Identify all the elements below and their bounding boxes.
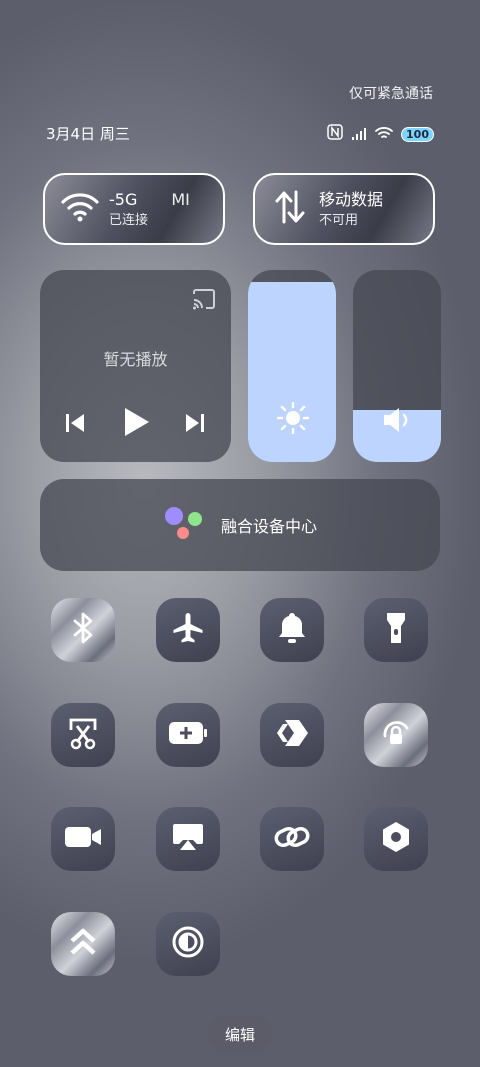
- wifi-network-suffix: MI: [171, 189, 190, 209]
- bluetooth-icon: [71, 612, 95, 648]
- screenshot-icon: [67, 716, 99, 754]
- bluetooth-tile[interactable]: [51, 598, 115, 662]
- battery-saver-icon: [168, 721, 208, 749]
- mobile-data-label: 移动数据: [319, 189, 384, 209]
- nfc-icon: [327, 124, 343, 144]
- shortcut-icon: [68, 927, 98, 961]
- status-bar: 100: [327, 124, 434, 144]
- screenshot-tile[interactable]: [51, 703, 115, 767]
- flow-icon: [275, 718, 309, 752]
- fusion-label: 融合设备中心: [220, 517, 317, 536]
- rotation-lock-tile[interactable]: [364, 703, 428, 767]
- sun-icon: [276, 401, 310, 438]
- wifi-network-name: -5G: [109, 189, 138, 209]
- edit-button[interactable]: 编辑: [207, 1016, 273, 1052]
- wifi-toggle[interactable]: -5G MI 已连接: [43, 173, 225, 245]
- settings-tile[interactable]: [364, 807, 428, 871]
- shortcut-tile[interactable]: [51, 912, 115, 976]
- play-icon[interactable]: [122, 406, 150, 442]
- airplane-tile[interactable]: [156, 598, 220, 662]
- dark-mode-icon: [171, 925, 205, 963]
- fusion-dots-icon: [163, 505, 207, 545]
- cast-icon[interactable]: [191, 288, 217, 314]
- data-transfer-icon: [275, 190, 305, 228]
- rotation-lock-icon: [379, 716, 413, 754]
- link-tile[interactable]: [260, 807, 324, 871]
- wifi-icon: [61, 192, 99, 226]
- volume-slider[interactable]: [353, 270, 441, 462]
- fusion-device-center[interactable]: 融合设备中心: [40, 479, 440, 571]
- wifi-status: 已连接: [109, 212, 149, 228]
- mobile-data-toggle[interactable]: 移动数据 不可用: [253, 173, 435, 245]
- video-icon: [64, 825, 102, 853]
- dark-mode-tile[interactable]: [156, 912, 220, 976]
- emergency-call-label: 仅可紧急通话: [349, 86, 433, 102]
- link-icon: [274, 822, 310, 856]
- previous-icon[interactable]: [64, 412, 86, 438]
- media-player: 暂无播放: [40, 270, 231, 462]
- screen-cast-tile[interactable]: [156, 807, 220, 871]
- speaker-icon: [382, 406, 412, 438]
- ringer-tile[interactable]: [260, 598, 324, 662]
- battery-saver-tile[interactable]: [156, 703, 220, 767]
- signal-icon: [351, 125, 367, 144]
- airplane-icon: [171, 611, 205, 649]
- screen-cast-icon: [171, 822, 205, 856]
- video-tile[interactable]: [51, 807, 115, 871]
- bell-icon: [277, 611, 307, 649]
- brightness-slider[interactable]: [248, 270, 336, 462]
- mobile-data-status: 不可用: [319, 212, 359, 228]
- next-icon[interactable]: [184, 412, 206, 438]
- wifi-status-icon: [375, 125, 393, 144]
- flashlight-tile[interactable]: [364, 598, 428, 662]
- battery-indicator: 100: [401, 126, 434, 142]
- flashlight-icon: [385, 611, 407, 649]
- date-label: 3月4日 周三: [46, 125, 130, 143]
- settings-hex-icon: [379, 820, 413, 858]
- flow-tile[interactable]: [260, 703, 324, 767]
- media-title: 暂无播放: [103, 350, 168, 369]
